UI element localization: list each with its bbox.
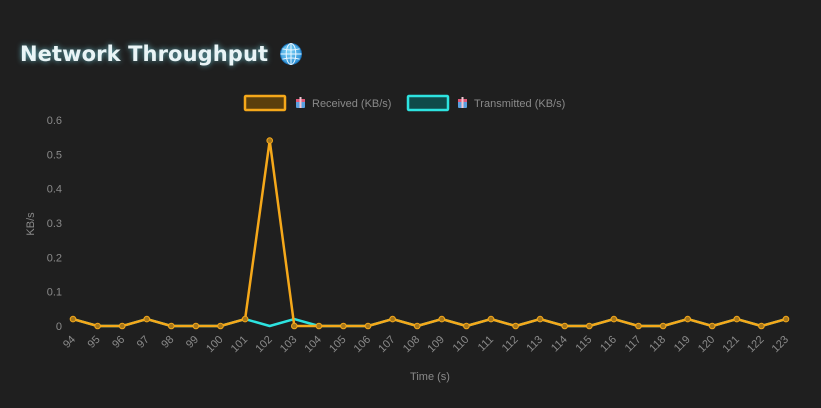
data-point[interactable] <box>561 322 569 330</box>
data-point[interactable] <box>586 322 593 330</box>
throughput-line-chart: Received (KB/s) Transmitted (KB/s) 0 0.1 0.… <box>25 94 791 383</box>
chart-legend: Received (KB/s) Transmitted (KB/s) <box>243 94 565 112</box>
y-axis-label: KB/s <box>25 212 37 236</box>
legend-label: Transmitted (KB/s) <box>474 98 565 110</box>
x-tick-label: 120 <box>696 334 717 355</box>
data-point[interactable] <box>340 322 347 330</box>
x-tick-label: 100 <box>204 334 225 355</box>
x-axis: 94 95 96 97 98 99 100 101 102 103 104 105 106 107 108 1… <box>61 334 791 355</box>
x-tick-label: 99 <box>184 334 201 351</box>
x-tick-label: 121 <box>720 334 741 355</box>
data-point[interactable] <box>315 322 323 330</box>
data-point[interactable] <box>438 315 446 323</box>
legend-swatch <box>406 94 450 112</box>
data-point[interactable] <box>463 322 470 330</box>
data-point[interactable] <box>266 137 274 144</box>
legend-item-transmitted[interactable]: Transmitted (KB/s) <box>406 94 565 112</box>
data-point[interactable] <box>217 322 224 330</box>
data-point[interactable] <box>733 315 741 323</box>
y-axis: 0 0.1 0.2 0.3 0.4 0.5 0.6 <box>47 115 62 333</box>
x-tick-label: 111 <box>476 334 496 354</box>
y-tick-label: 0 <box>56 321 62 333</box>
x-tick-label: 103 <box>278 334 299 355</box>
y-tick-label: 0.3 <box>47 218 62 230</box>
x-axis-label: Time (s) <box>410 371 450 383</box>
x-tick-label: 110 <box>451 334 472 355</box>
data-point[interactable] <box>684 315 692 323</box>
x-tick-label: 106 <box>352 334 373 355</box>
x-tick-label: 98 <box>159 334 176 351</box>
x-tick-label: 102 <box>253 334 274 355</box>
x-tick-label: 101 <box>229 334 250 355</box>
x-tick-label: 107 <box>376 334 397 355</box>
data-point[interactable] <box>610 315 618 323</box>
data-point[interactable] <box>708 322 716 330</box>
data-point[interactable] <box>364 322 372 330</box>
y-tick-label: 0.5 <box>47 149 62 161</box>
data-point[interactable] <box>241 315 249 323</box>
legend-label: Received (KB/s) <box>312 98 391 110</box>
x-tick-label: 113 <box>524 334 545 355</box>
x-tick-label: 119 <box>672 334 693 355</box>
legend-swatch <box>243 94 287 112</box>
x-tick-label: 118 <box>647 334 668 355</box>
data-point[interactable] <box>168 322 175 330</box>
x-tick-label: 96 <box>110 334 127 351</box>
x-tick-label: 97 <box>135 334 152 351</box>
series-received <box>69 137 790 330</box>
x-tick-label: 108 <box>401 334 422 355</box>
series-line <box>71 139 788 328</box>
package-icon <box>458 97 467 108</box>
data-point[interactable] <box>118 322 126 330</box>
x-tick-label: 122 <box>745 334 766 355</box>
y-tick-label: 0.2 <box>47 252 62 264</box>
data-point[interactable] <box>758 322 765 330</box>
x-tick-label: 123 <box>770 334 791 355</box>
x-tick-label: 105 <box>327 334 348 355</box>
data-point[interactable] <box>635 322 642 330</box>
x-tick-label: 114 <box>549 334 570 355</box>
data-point[interactable] <box>94 322 101 330</box>
data-point[interactable] <box>389 315 396 323</box>
data-point[interactable] <box>413 322 421 330</box>
y-tick-label: 0.4 <box>47 184 62 196</box>
data-point[interactable] <box>291 322 298 330</box>
data-point[interactable] <box>659 322 667 330</box>
data-point[interactable] <box>512 322 519 330</box>
x-tick-label: 109 <box>425 334 446 355</box>
data-point[interactable] <box>69 315 77 323</box>
x-tick-label: 116 <box>598 334 619 355</box>
series-layer <box>69 137 790 330</box>
x-tick-label: 112 <box>500 334 521 355</box>
data-point[interactable] <box>782 315 790 323</box>
x-tick-label: 104 <box>303 334 324 355</box>
data-point[interactable] <box>143 315 151 323</box>
y-tick-label: 0.6 <box>47 115 62 127</box>
data-point[interactable] <box>192 322 200 330</box>
y-tick-label: 0.1 <box>47 287 62 299</box>
x-tick-label: 95 <box>86 334 103 351</box>
data-point[interactable] <box>536 315 544 323</box>
network-throughput-panel: Network Throughput Received (KB/s) Transm… <box>0 0 821 408</box>
x-tick-label: 115 <box>574 334 595 355</box>
x-tick-label: 94 <box>61 334 78 351</box>
x-tick-label: 117 <box>623 334 644 355</box>
package-icon <box>296 97 305 108</box>
data-point[interactable] <box>487 315 495 323</box>
legend-item-received[interactable]: Received (KB/s) <box>243 94 391 112</box>
